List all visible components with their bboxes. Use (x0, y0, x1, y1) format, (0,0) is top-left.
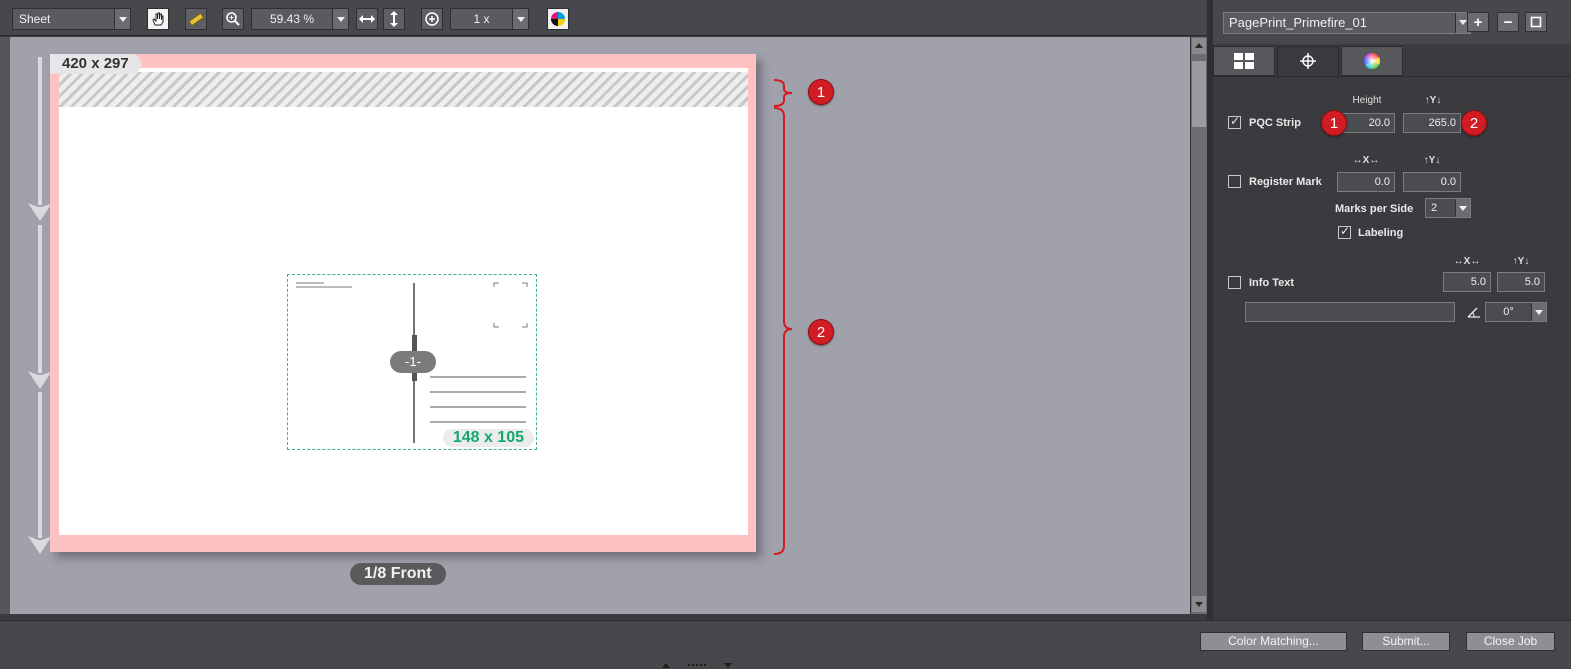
submit-button[interactable]: Submit... (1362, 632, 1450, 651)
square-icon (1530, 16, 1542, 28)
info-text-input[interactable] (1245, 302, 1455, 322)
annotation-badge-1: 1 (808, 79, 834, 105)
horizontal-arrows-icon (359, 15, 375, 23)
fit-height-button[interactable] (383, 8, 405, 30)
tab-color[interactable] (1341, 46, 1403, 76)
scroll-down-button[interactable] (1192, 596, 1206, 612)
chevron-down-icon[interactable] (1455, 199, 1470, 217)
info-x-header: ↔X↔ (1453, 256, 1481, 267)
close-job-button[interactable]: Close Job (1466, 632, 1555, 651)
multiplier-value: 1 x (473, 12, 490, 26)
pqc-strip-checkbox[interactable] (1228, 114, 1241, 129)
marks-per-side-label: Marks per Side (1335, 203, 1414, 215)
plus-icon: + (1473, 13, 1483, 31)
sheet-bracket (773, 107, 793, 555)
pqc-y-header: ↑Y↓ (1424, 95, 1442, 106)
layout-grid-icon (1234, 53, 1254, 69)
device-select-value: PagePrint_Primefire_01 (1229, 15, 1368, 30)
pqc-y-field[interactable]: 265.0 (1403, 113, 1461, 133)
tab-layout[interactable] (1213, 46, 1275, 76)
info-text-checkbox[interactable] (1228, 276, 1241, 289)
multiplier-select[interactable]: 1 x (450, 8, 529, 30)
vertical-arrows-icon (390, 11, 398, 27)
remove-button[interactable]: − (1497, 12, 1519, 32)
pqc-strip[interactable] (59, 72, 748, 107)
angle-icon (1467, 307, 1480, 318)
pqc-strip-label: PQC Strip (1249, 117, 1301, 129)
annotation-badge-2: 2 (808, 319, 834, 345)
annotation-badge-1: 1 (1321, 110, 1347, 136)
marks-panel: PagePrint_Primefire_01 + − Height ↑Y↓ PQ… (1213, 0, 1571, 620)
cmyk-icon (551, 12, 565, 26)
zoom-value: 59.43 % (269, 12, 315, 26)
labeling-label: Labeling (1358, 227, 1404, 239)
hand-icon (152, 12, 164, 26)
register-mark-checkbox[interactable] (1228, 175, 1241, 188)
crosshair-icon (1300, 53, 1316, 69)
height-header: Height (1352, 95, 1382, 106)
scroll-up-button[interactable] (1192, 38, 1206, 54)
info-y-header: ↑Y↓ (1512, 256, 1530, 267)
zoom-in-button[interactable] (421, 8, 443, 30)
register-y-header: ↑Y↓ (1423, 155, 1441, 166)
sheet-canvas[interactable]: -1- 148 x 105 420 x 297 1 2 1/8 Front (10, 37, 1190, 614)
info-y-field[interactable]: 5.0 (1497, 272, 1545, 292)
triangle-up-icon (1195, 43, 1203, 48)
ruler-icon (188, 12, 204, 27)
register-x-header: ↔X↔ (1352, 155, 1380, 166)
left-panel-edge[interactable] (0, 37, 10, 614)
add-button[interactable]: + (1467, 12, 1489, 32)
fit-width-button[interactable] (356, 8, 378, 30)
chevron-down-icon[interactable] (332, 9, 348, 29)
chevron-down-icon[interactable] (1531, 303, 1546, 321)
page-layout[interactable]: -1- 148 x 105 (287, 274, 537, 450)
view-select-value: Sheet (19, 12, 51, 26)
register-mark-label: Register Mark (1249, 176, 1322, 188)
chevron-down-icon[interactable] (114, 9, 130, 29)
strip-bracket (773, 79, 793, 107)
zoom-in-icon (425, 12, 439, 26)
color-separation-button[interactable] (547, 8, 569, 30)
register-y-field[interactable]: 0.0 (1403, 172, 1461, 192)
tab-marks[interactable] (1277, 46, 1339, 76)
sheet-size-label: 420 x 297 (50, 54, 141, 74)
press-sheet[interactable]: -1- 148 x 105 420 x 297 (50, 54, 756, 552)
labeling-checkbox[interactable] (1338, 224, 1351, 239)
collapse-handle-icon[interactable] (660, 661, 736, 669)
vertical-scrollbar[interactable] (1190, 37, 1207, 614)
page-number-badge: -1- (390, 351, 436, 373)
maximize-button[interactable] (1525, 12, 1547, 32)
triangle-down-icon (1195, 602, 1203, 607)
page-size-label: 148 x 105 (442, 429, 534, 447)
bottom-bar: Color Matching... Submit... Close Job (0, 620, 1571, 669)
info-x-field[interactable]: 5.0 (1443, 272, 1491, 292)
printable-area: -1- 148 x 105 (59, 68, 748, 535)
annotation-badge-2: 2 (1461, 110, 1487, 136)
chevron-down-icon[interactable] (512, 9, 528, 29)
marks-per-side-value: 2 (1431, 202, 1438, 214)
device-header: PagePrint_Primefire_01 + − (1213, 0, 1571, 44)
scroll-thumb[interactable] (1192, 61, 1206, 127)
hand-tool-button[interactable] (147, 8, 169, 30)
device-select[interactable]: PagePrint_Primefire_01 (1223, 12, 1471, 34)
measure-tool-button[interactable] (185, 8, 207, 30)
marks-per-side-select[interactable]: 2 (1425, 198, 1471, 218)
toolbar: Sheet 59.43 % 1 x (0, 0, 1207, 36)
register-x-field[interactable]: 0.0 (1337, 172, 1395, 192)
angle-value: 0° (1503, 306, 1514, 318)
zoom-tool-button[interactable] (222, 8, 244, 30)
color-wheel-icon (1363, 52, 1381, 70)
minus-icon: − (1503, 13, 1513, 31)
angle-select[interactable]: 0° (1485, 302, 1547, 322)
color-matching-button[interactable]: Color Matching... (1200, 632, 1347, 651)
view-select[interactable]: Sheet (12, 8, 131, 30)
sheet-caption: 1/8 Front (350, 563, 446, 585)
zoom-select[interactable]: 59.43 % (251, 8, 349, 30)
magnifier-icon (226, 12, 240, 26)
info-text-label: Info Text (1249, 277, 1295, 289)
tab-divider (1213, 76, 1571, 77)
